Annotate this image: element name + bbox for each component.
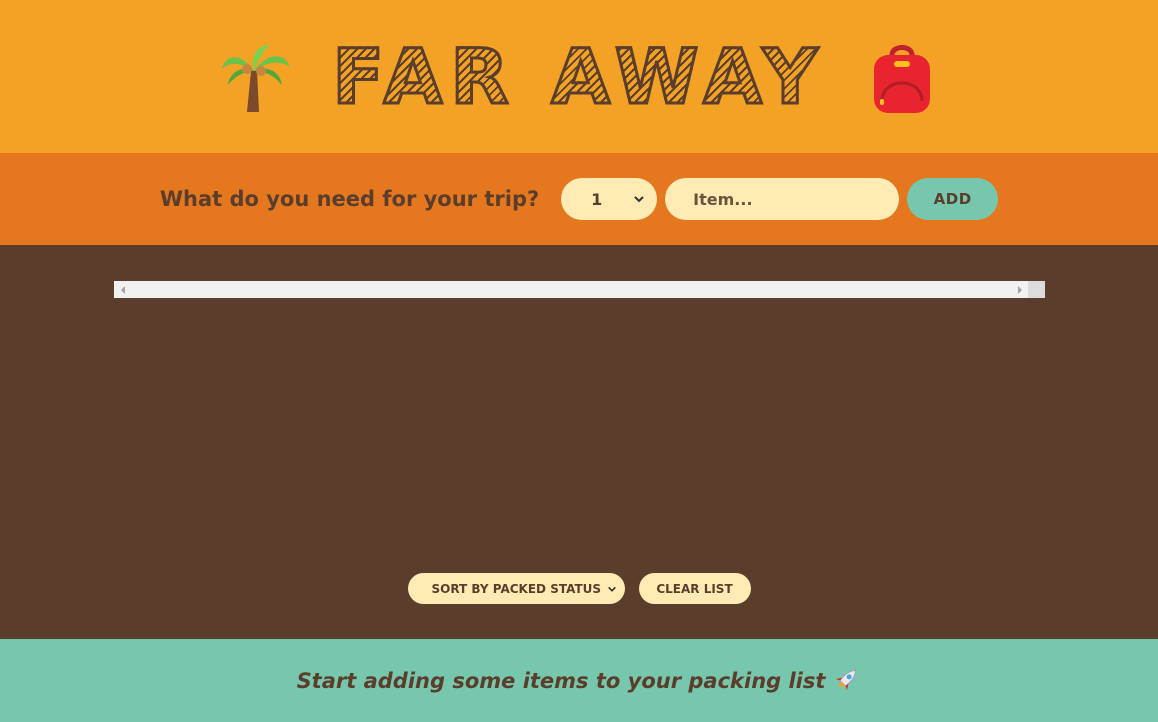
packing-list: SORT BY PACKED STATUS CLEAR LIST bbox=[0, 245, 1158, 639]
list-actions: SORT BY PACKED STATUS CLEAR LIST bbox=[0, 573, 1158, 604]
stats-footer: Start adding some items to your packing … bbox=[0, 639, 1158, 722]
form-question: What do you need for your trip? bbox=[159, 187, 540, 211]
scrollbar-corner bbox=[1028, 281, 1045, 298]
stats-text: Start adding some items to your packing … bbox=[296, 668, 826, 693]
rocket-icon bbox=[833, 665, 861, 697]
app-title: FAR AWAY bbox=[331, 31, 826, 121]
horizontal-scrollbar[interactable] bbox=[114, 281, 1045, 298]
scroll-left-arrow-icon[interactable] bbox=[114, 281, 131, 298]
add-button[interactable]: ADD bbox=[907, 178, 999, 220]
chevron-down-icon bbox=[607, 586, 616, 592]
sort-select[interactable]: SORT BY PACKED STATUS bbox=[407, 573, 625, 604]
scroll-right-arrow-icon[interactable] bbox=[1011, 281, 1028, 298]
chevron-down-icon bbox=[634, 196, 644, 203]
header: FAR AWAY bbox=[0, 0, 1158, 153]
palm-tree-icon bbox=[220, 41, 292, 113]
backpack-icon bbox=[866, 41, 938, 113]
scrollbar-track[interactable] bbox=[131, 281, 1011, 298]
sort-value: SORT BY PACKED STATUS bbox=[431, 581, 602, 596]
app: FAR AWAY What do you need for your trip?… bbox=[0, 0, 1158, 722]
quantity-select[interactable]: 1 bbox=[561, 178, 658, 220]
add-item-form: What do you need for your trip? 1 ADD bbox=[0, 153, 1158, 245]
quantity-value: 1 bbox=[591, 189, 603, 209]
clear-list-button[interactable]: CLEAR LIST bbox=[638, 573, 751, 604]
item-input[interactable] bbox=[665, 178, 900, 220]
